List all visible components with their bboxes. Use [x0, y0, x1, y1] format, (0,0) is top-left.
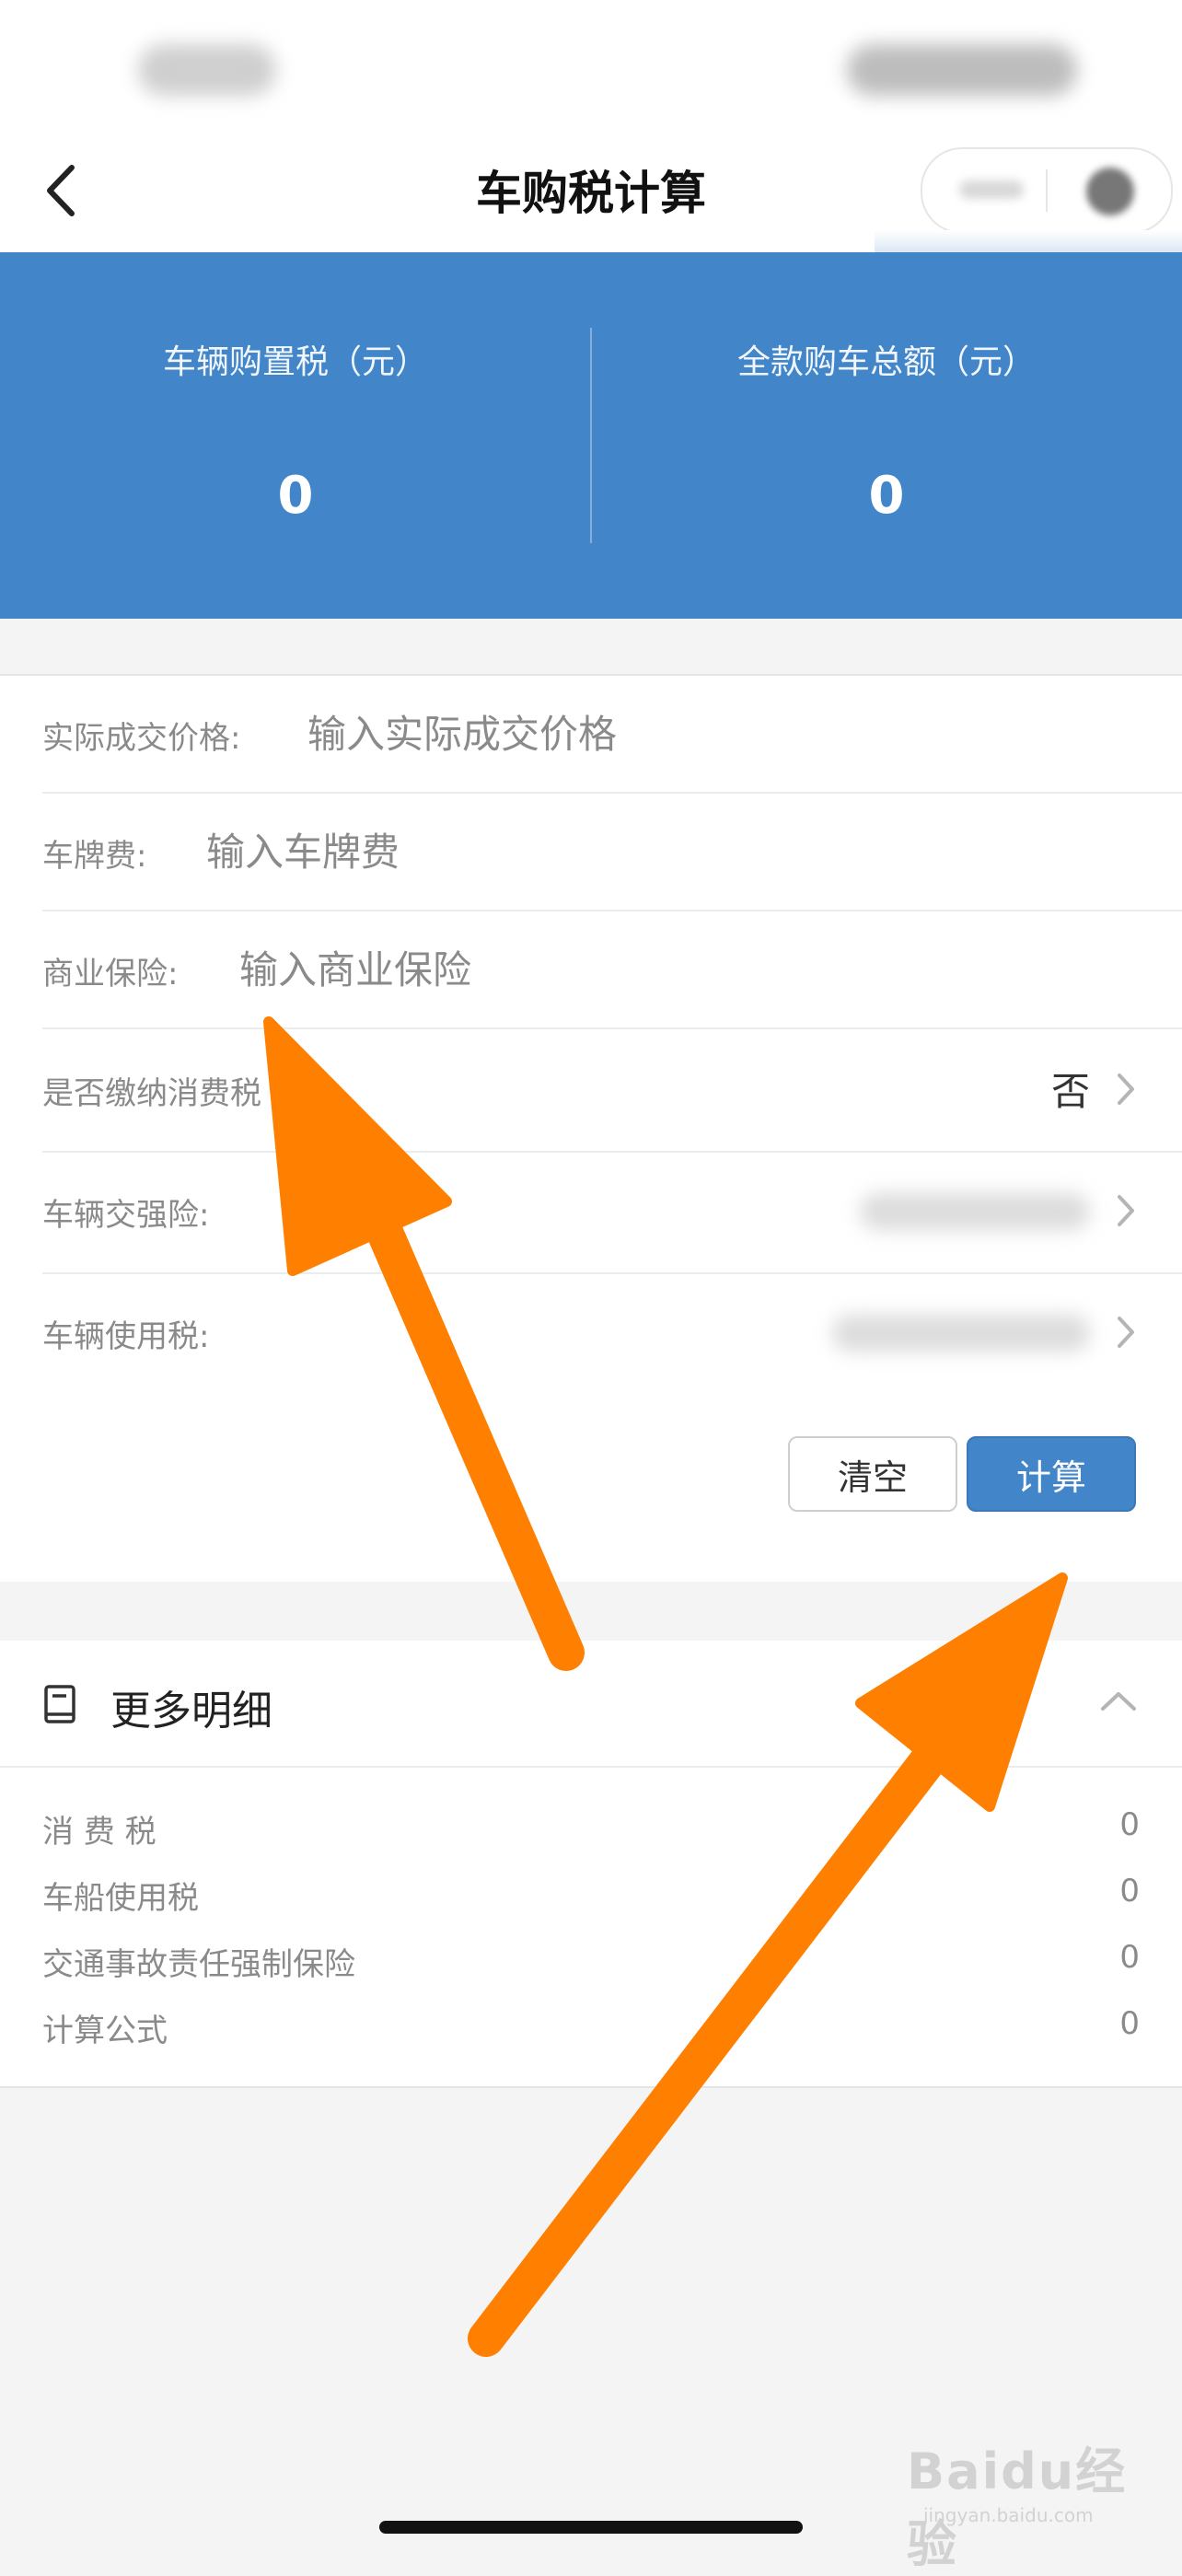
detail-label: 车船使用税: [42, 1880, 199, 1917]
capsule-fade-decoration: [875, 230, 1182, 254]
detail-value: 0: [1119, 1873, 1140, 1909]
more-details-panel: 更多明细 消 费 税 0 车船使用税 0 交通事故责任强制保险 0 计算公式 0: [0, 1641, 1182, 2088]
detail-value: 0: [1119, 2005, 1140, 2042]
detail-row-compulsory-insurance: 交通事故责任强制保险 0: [42, 1928, 1140, 1992]
purchase-tax-value: 0: [277, 466, 314, 526]
chevron-up-icon[interactable]: [1097, 1687, 1140, 1714]
more-details-title: 更多明细: [110, 1688, 272, 1735]
vehicle-use-tax-row[interactable]: 车辆使用税:: [42, 1274, 1182, 1390]
detail-label: 交通事故责任强制保险: [42, 1946, 355, 1983]
commercial-insurance-input[interactable]: [238, 932, 886, 1007]
document-icon: [44, 1685, 75, 1723]
consumption-tax-label: 是否缴纳消费税: [42, 1075, 261, 1112]
plate-fee-input[interactable]: [204, 814, 852, 889]
summary-panel: 车辆购置税（元） 0 全款购车总额（元） 0: [0, 252, 1182, 619]
chevron-right-icon: [1118, 1195, 1134, 1226]
watermark-brand: Baidu经验: [907, 2443, 1128, 2573]
detail-label: 计算公式: [42, 2013, 168, 2049]
more-dots-icon[interactable]: [959, 180, 1024, 199]
status-icons-blurred: [847, 44, 1077, 96]
plate-fee-row: 车牌费:: [42, 794, 1182, 911]
clear-button[interactable]: 清空: [788, 1436, 957, 1512]
home-indicator: [379, 2521, 803, 2534]
detail-label: 消 费 税: [42, 1814, 156, 1851]
chevron-right-icon: [1118, 1073, 1134, 1105]
detail-row-vessel-tax: 车船使用税 0: [42, 1862, 1140, 1926]
chevron-right-icon: [1118, 1317, 1134, 1348]
detail-value: 0: [1119, 1939, 1140, 1976]
action-area: 清空 计算: [0, 1390, 1182, 1582]
capsule-divider: [1046, 169, 1048, 212]
total-amount-label: 全款购车总额（元）: [736, 343, 1036, 381]
vehicle-use-tax-value-blurred: [832, 1315, 1090, 1352]
price-label: 实际成交价格:: [42, 720, 241, 757]
price-row: 实际成交价格:: [42, 676, 1182, 794]
detail-row-formula: 计算公式 0: [42, 1994, 1140, 2059]
price-input[interactable]: [306, 696, 954, 772]
consumption-tax-value: 否: [1050, 1069, 1090, 1114]
calc-form: 实际成交价格: 车牌费: 商业保险: 是否缴纳消费税 否 车辆交强险: 车辆使用…: [0, 674, 1182, 1392]
detail-value: 0: [1119, 1806, 1140, 1843]
compulsory-insurance-row[interactable]: 车辆交强险:: [42, 1153, 1182, 1274]
commercial-insurance-label: 商业保险:: [42, 956, 179, 992]
watermark-domain: jingyan.baidu.com: [923, 2504, 1094, 2526]
more-details-header[interactable]: 更多明细: [0, 1641, 1182, 1768]
compulsory-insurance-value-blurred: [860, 1193, 1090, 1230]
close-circle-icon[interactable]: [1086, 168, 1134, 215]
status-time-blurred: [138, 44, 276, 96]
plate-fee-label: 车牌费:: [42, 838, 147, 875]
total-amount-value: 0: [868, 466, 905, 526]
consumption-tax-row[interactable]: 是否缴纳消费税 否: [42, 1031, 1182, 1153]
commercial-insurance-row: 商业保险:: [42, 911, 1182, 1029]
total-amount-summary: 全款购车总额（元） 0: [591, 252, 1182, 619]
purchase-tax-label: 车辆购置税（元）: [162, 343, 428, 381]
detail-row-consumption-tax: 消 费 税 0: [42, 1795, 1140, 1860]
purchase-tax-summary: 车辆购置税（元） 0: [0, 252, 591, 619]
mini-program-capsule[interactable]: [921, 147, 1173, 234]
status-bar: [0, 0, 1182, 142]
compulsory-insurance-label: 车辆交强险:: [42, 1197, 210, 1234]
calculate-button[interactable]: 计算: [967, 1436, 1136, 1512]
baidu-watermark: Baidu经验 jingyan.baidu.com: [907, 2431, 1146, 2573]
vehicle-use-tax-label: 车辆使用税:: [42, 1318, 210, 1355]
